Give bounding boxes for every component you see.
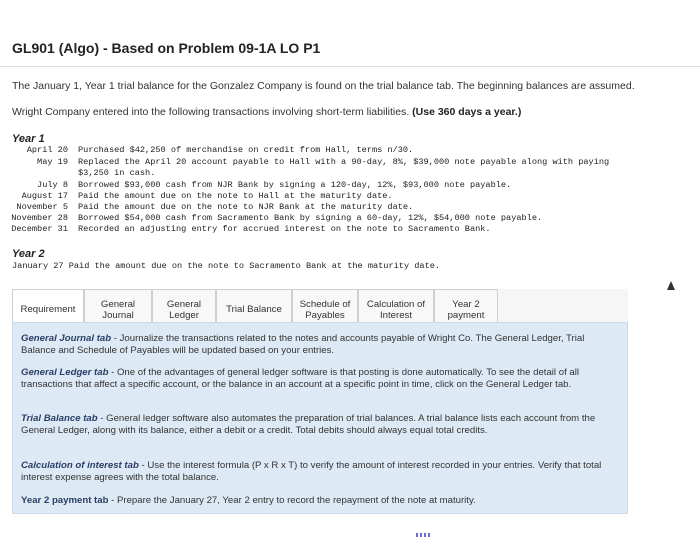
requirement-title: Trial Balance tab	[21, 413, 98, 424]
transaction-text: Purchased $42,250 of merchandise on cred…	[78, 145, 414, 155]
intro-text-1: The January 1, Year 1 trial balance for …	[12, 80, 635, 92]
header-divider	[0, 66, 700, 67]
transaction-date: May 19	[37, 157, 68, 167]
intro-text-2-main: Wright Company entered into the followin…	[12, 106, 410, 118]
transaction-date: July 8	[37, 180, 68, 190]
cursor-icon	[667, 281, 675, 290]
requirement-title: Year 2 payment tab	[21, 495, 109, 506]
requirement-text: - Prepare the January 27, Year 2 entry t…	[108, 495, 476, 506]
requirement-general-ledger: General Ledger tab - One of the advantag…	[21, 367, 617, 391]
requirement-trial-balance: Trial Balance tab - General ledger softw…	[21, 413, 617, 437]
intro-text-2: Wright Company entered into the followin…	[12, 106, 521, 118]
requirement-general-journal: General Journal tab - Journalize the tra…	[21, 333, 617, 357]
transaction-date: November 28	[11, 213, 68, 223]
requirement-title: General Ledger tab	[21, 367, 109, 378]
requirement-year2-payment: Year 2 payment tab - Prepare the January…	[21, 495, 617, 507]
year1-heading: Year 1	[12, 133, 45, 145]
transaction-text: Borrowed $54,000 cash from Sacramento Ba…	[78, 213, 543, 223]
transaction-date: August 17	[21, 191, 68, 201]
requirement-panel: General Journal tab - Journalize the tra…	[12, 322, 628, 514]
year2-heading: Year 2	[12, 248, 45, 260]
year2-transaction: January 27 Paid the amount due on the no…	[12, 261, 441, 271]
page-title: GL901 (Algo) - Based on Problem 09-1A LO…	[12, 40, 321, 56]
requirement-text: - General ledger software also automates…	[21, 413, 596, 436]
scroll-indicator	[416, 533, 430, 537]
intro-text-2-bold: (Use 360 days a year.)	[412, 106, 522, 118]
requirement-title: General Journal tab	[21, 333, 112, 344]
requirement-calculation-interest: Calculation of interest tab - Use the in…	[21, 460, 617, 484]
transaction-text: Recorded an adjusting entry for accrued …	[78, 224, 491, 234]
transaction-text: Paid the amount due on the note to Hall …	[78, 191, 393, 201]
transaction-date: April 20	[26, 145, 68, 155]
transaction-text: $3,250 in cash.	[78, 168, 156, 178]
transaction-text: Paid the amount due on the note to NJR B…	[78, 202, 414, 212]
transaction-text: Borrowed $93,000 cash from NJR Bank by s…	[78, 180, 512, 190]
requirement-title: Calculation of interest tab	[21, 460, 139, 471]
transaction-date: December 31	[11, 224, 68, 234]
transaction-date: November 5	[16, 202, 68, 212]
transaction-text: Replaced the April 20 account payable to…	[78, 157, 610, 167]
